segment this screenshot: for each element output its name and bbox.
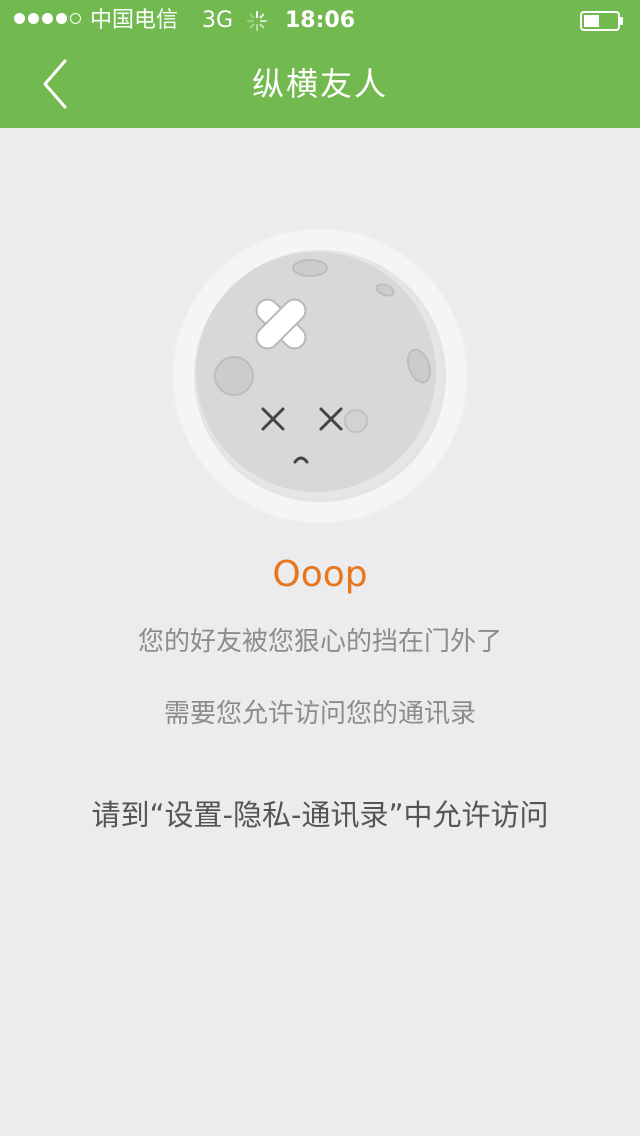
error-message-line2: 需要您允许访问您的通讯录: [163, 699, 476, 729]
error-message-line1: 您的好友被您狠心的挡在门外了: [137, 627, 502, 657]
settings-instruction: 请到“设置-隐私-通讯录”中允许访问: [91, 798, 549, 832]
status-bar: 中国电信 3G 18:06: [0, 0, 640, 40]
error-headline: Ooop: [272, 554, 368, 595]
header: 中国电信 3G 18:06 纵横友人: [0, 0, 640, 128]
clock: 18:06: [284, 8, 356, 33]
page-title: 纵横友人: [251, 65, 388, 103]
injured-moon-icon: [172, 228, 468, 524]
navigation-bar: 纵横友人: [0, 40, 640, 128]
battery-icon: [580, 11, 623, 31]
